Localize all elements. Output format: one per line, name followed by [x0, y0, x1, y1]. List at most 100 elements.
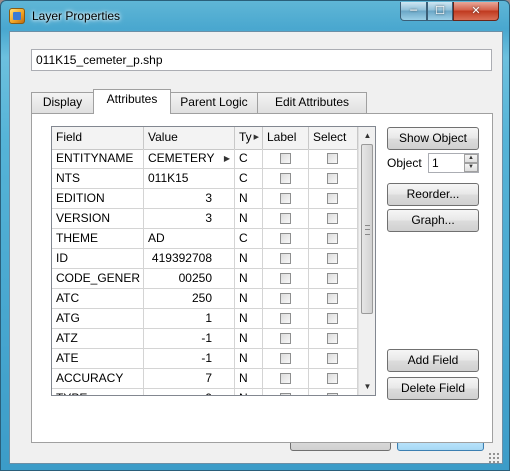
value-cell[interactable]: 3 [144, 209, 235, 229]
object-spinner-value[interactable]: 1 [432, 156, 439, 170]
label-checkbox[interactable] [280, 293, 291, 304]
select-cell [309, 149, 358, 169]
select-cell [309, 289, 358, 309]
value-cell[interactable]: 3 [144, 189, 235, 209]
table-row[interactable]: TYPE 9 N [52, 389, 358, 395]
header-value[interactable]: Value [144, 127, 235, 149]
label-checkbox[interactable] [280, 353, 291, 364]
value-cell[interactable]: 7 [144, 369, 235, 389]
select-checkbox[interactable] [327, 173, 338, 184]
value-text: 7 [205, 371, 212, 385]
table-row[interactable]: ATZ -1 N [52, 329, 358, 349]
value-text: 011K15 [148, 171, 189, 185]
value-text: CEMETERY [148, 151, 215, 165]
minimize-icon: ─ [410, 4, 417, 17]
grid-header: Field Value Ty ▶ Label Select [52, 127, 358, 150]
table-row[interactable]: ATC 250 N [52, 289, 358, 309]
select-checkbox[interactable] [327, 313, 338, 324]
spin-down-icon[interactable]: ▼ [464, 163, 478, 172]
table-row[interactable]: ATG 1 N [52, 309, 358, 329]
header-label[interactable]: Label [263, 127, 309, 149]
title-bar[interactable]: Layer Properties ─ ☐ ✕ [1, 1, 510, 31]
scroll-thumb[interactable] [361, 144, 373, 314]
value-cell[interactable]: 9 [144, 389, 235, 395]
label-cell [263, 229, 309, 249]
object-label: Object [387, 156, 422, 170]
tab-attributes[interactable]: Attributes [93, 89, 171, 114]
select-checkbox[interactable] [327, 333, 338, 344]
table-row[interactable]: CODE_GENER 00250 N [52, 269, 358, 289]
graph-button[interactable]: Graph... [387, 209, 479, 232]
value-cell[interactable]: CEMETERY ▶ [144, 149, 235, 169]
type-cell: N [235, 389, 263, 395]
table-row[interactable]: EDITION 3 N [52, 189, 358, 209]
select-cell [309, 369, 358, 389]
add-field-button[interactable]: Add Field [387, 349, 479, 372]
header-field[interactable]: Field [52, 127, 144, 149]
table-row[interactable]: ATE -1 N [52, 349, 358, 369]
header-type[interactable]: Ty ▶ [235, 127, 263, 149]
table-row[interactable]: VERSION 3 N [52, 209, 358, 229]
label-checkbox[interactable] [280, 313, 291, 324]
dropdown-arrow-icon[interactable]: ▶ [224, 149, 230, 168]
table-row[interactable]: ID 419392708 N [52, 249, 358, 269]
select-checkbox[interactable] [327, 393, 338, 395]
select-checkbox[interactable] [327, 253, 338, 264]
label-checkbox[interactable] [280, 233, 291, 244]
select-cell [309, 389, 358, 395]
label-checkbox[interactable] [280, 273, 291, 284]
object-spinner[interactable]: 1 ▲ ▼ [428, 153, 479, 173]
maximize-button[interactable]: ☐ [427, 2, 453, 21]
value-cell[interactable]: AD [144, 229, 235, 249]
label-checkbox[interactable] [280, 153, 291, 164]
label-checkbox[interactable] [280, 333, 291, 344]
value-cell[interactable]: 1 [144, 309, 235, 329]
tab-edit-attributes[interactable]: Edit Attributes [257, 92, 367, 113]
select-checkbox[interactable] [327, 153, 338, 164]
field-name-cell: THEME [52, 229, 144, 249]
header-select[interactable]: Select [309, 127, 358, 149]
label-cell [263, 149, 309, 169]
label-checkbox[interactable] [280, 373, 291, 384]
scroll-down-arrow-icon[interactable]: ▼ [359, 378, 375, 395]
spin-up-icon[interactable]: ▲ [464, 154, 478, 163]
value-cell[interactable]: 419392708 [144, 249, 235, 269]
value-text: -1 [201, 351, 212, 365]
delete-field-button[interactable]: Delete Field [387, 377, 479, 400]
grid-vertical-scrollbar[interactable]: ▲ ▼ [358, 127, 375, 395]
select-checkbox[interactable] [327, 273, 338, 284]
table-row[interactable]: ACCURACY 7 N [52, 369, 358, 389]
value-cell[interactable]: -1 [144, 349, 235, 369]
select-checkbox[interactable] [327, 293, 338, 304]
value-cell[interactable]: -1 [144, 329, 235, 349]
label-checkbox[interactable] [280, 253, 291, 264]
show-object-button[interactable]: Show Object [387, 127, 479, 150]
select-checkbox[interactable] [327, 193, 338, 204]
label-checkbox[interactable] [280, 213, 291, 224]
resize-grip-icon[interactable] [488, 452, 500, 464]
value-cell[interactable]: 00250 [144, 269, 235, 289]
label-checkbox[interactable] [280, 393, 291, 395]
select-checkbox[interactable] [327, 213, 338, 224]
dialog-window: Layer Properties ─ ☐ ✕ 011K15_cemeter_p.… [0, 0, 510, 471]
tab-display[interactable]: Display [31, 92, 94, 113]
close-button[interactable]: ✕ [453, 2, 499, 21]
value-cell[interactable]: 011K15 [144, 169, 235, 189]
select-cell [309, 169, 358, 189]
layer-filename-field[interactable]: 011K15_cemeter_p.shp [31, 49, 492, 71]
minimize-button[interactable]: ─ [400, 2, 427, 21]
reorder-button[interactable]: Reorder... [387, 183, 479, 206]
value-cell[interactable]: 250 [144, 289, 235, 309]
label-checkbox[interactable] [280, 173, 291, 184]
tab-parent-logic[interactable]: Parent Logic [170, 92, 258, 113]
label-cell [263, 189, 309, 209]
label-checkbox[interactable] [280, 193, 291, 204]
table-row[interactable]: NTS 011K15 C [52, 169, 358, 189]
table-row[interactable]: ENTITYNAME CEMETERY ▶ C [52, 149, 358, 169]
table-row[interactable]: THEME AD C [52, 229, 358, 249]
dialog-client-area: 011K15_cemeter_p.shp Display Attributes … [9, 31, 503, 464]
select-checkbox[interactable] [327, 233, 338, 244]
scroll-up-arrow-icon[interactable]: ▲ [359, 127, 375, 144]
select-checkbox[interactable] [327, 373, 338, 384]
select-checkbox[interactable] [327, 353, 338, 364]
